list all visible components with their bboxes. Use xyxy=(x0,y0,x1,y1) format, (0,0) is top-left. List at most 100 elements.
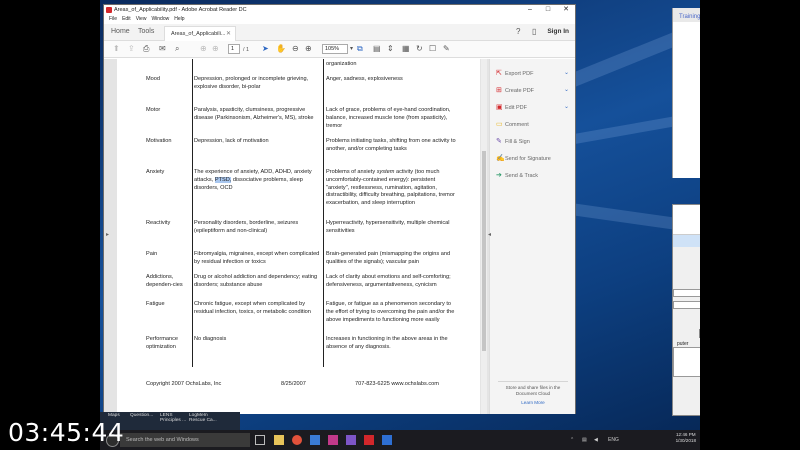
tools-pane-create-pdf[interactable]: ⊞ Create PDF ⌄ xyxy=(496,86,569,96)
acrobat-taskbar-icon[interactable] xyxy=(364,435,374,445)
pinned-item[interactable]: LogMeIn Rescue Ca... xyxy=(189,413,219,423)
close-tab-icon[interactable]: ✕ xyxy=(226,30,231,37)
scroll-mode-icon[interactable]: ⇕ xyxy=(387,44,394,54)
background-dialog-window[interactable]: puter xyxy=(672,204,700,416)
highlight-pen-icon[interactable]: ✎ xyxy=(443,44,450,54)
comment-icon: ▭ xyxy=(496,121,503,128)
hand-tool-icon[interactable]: ✋ xyxy=(276,44,286,54)
upload-icon[interactable]: ⇪ xyxy=(128,44,135,54)
footer-contact: 707-823-6225 www.ochslabs.com xyxy=(355,381,439,387)
menu-bar: File Edit View Window Help xyxy=(104,15,575,24)
tools-pane-fill-sign[interactable]: ✎ Fill & Sign xyxy=(496,137,530,147)
zoom-out-icon[interactable]: ⊖ xyxy=(292,44,299,54)
chevron-down-icon[interactable]: ⌄ xyxy=(564,69,569,76)
app-icon[interactable] xyxy=(346,435,356,445)
menu-file[interactable]: File xyxy=(109,15,117,24)
menu-help[interactable]: Help xyxy=(174,15,184,24)
prev-page-icon[interactable]: ⊕ xyxy=(200,44,207,54)
dialog-field[interactable] xyxy=(673,289,700,297)
right-panel-toggle-icon[interactable]: ◂ xyxy=(488,231,491,238)
volume-icon[interactable]: ◀ xyxy=(594,437,598,443)
selected-text-highlight[interactable]: PTSD, xyxy=(214,176,232,183)
comment-tool-icon[interactable]: ☐ xyxy=(429,44,436,54)
slack-icon[interactable] xyxy=(328,435,338,445)
marquee-zoom-icon[interactable]: ⧉ xyxy=(357,44,363,54)
menu-edit[interactable]: Edit xyxy=(122,15,131,24)
create-pdf-icon: ⊞ xyxy=(496,87,502,94)
dialog-field[interactable] xyxy=(673,301,700,309)
task-view-icon[interactable] xyxy=(255,435,265,445)
row-disorders: The experience of anxiety, ADD, ADHD, an… xyxy=(194,169,312,191)
taskbar-search-box[interactable]: Search the web and Windows xyxy=(120,433,250,447)
vertical-scrollbar[interactable] xyxy=(481,59,487,414)
chevron-down-icon[interactable]: ⌄ xyxy=(564,103,569,110)
next-page-icon[interactable]: ⊕ xyxy=(212,44,219,54)
page-view-icon[interactable]: ▤ xyxy=(373,44,381,54)
window-title: Areas_of_Applicability.pdf - Adobe Acrob… xyxy=(114,7,247,13)
browser-tab-label[interactable]: Training xyxy=(673,8,700,22)
app-icon[interactable] xyxy=(382,435,392,445)
page-total: / 1 xyxy=(243,47,250,53)
tools-pane-send-track[interactable]: ➔ Send & Track xyxy=(496,171,538,181)
menu-view[interactable]: View xyxy=(136,15,147,24)
left-panel-toggle-icon[interactable]: ▸ xyxy=(106,231,109,238)
tools-pane-export-pdf[interactable]: ⇱ Export PDF ⌄ xyxy=(496,69,569,79)
tab-document[interactable]: Areas_of_Applicabili... ✕ xyxy=(164,26,236,41)
zoom-in-icon[interactable]: ⊕ xyxy=(305,44,312,54)
zoom-dropdown-icon[interactable]: ▾ xyxy=(350,44,353,54)
sign-in-button[interactable]: Sign In xyxy=(547,28,569,35)
acrobat-window: Areas_of_Applicability.pdf - Adobe Acrob… xyxy=(103,4,576,414)
system-clock[interactable]: 12:46 PM 1/30/2018 xyxy=(676,432,696,444)
background-browser-window[interactable]: Training xyxy=(672,8,700,178)
read-mode-icon[interactable]: ▦ xyxy=(402,44,410,54)
page-number-input[interactable]: 1 xyxy=(228,44,240,54)
taskbar: Search the web and Windows ⌃ ▤ ◀ ENG 12:… xyxy=(100,430,700,450)
document-area[interactable]: ▸ organization Mood Depression, prolonge… xyxy=(104,59,489,414)
scrollbar-thumb[interactable] xyxy=(482,151,486,351)
minimize-icon[interactable]: – xyxy=(521,5,539,15)
network-icon[interactable]: ▤ xyxy=(582,437,587,443)
tools-pane-send-signature[interactable]: ✍Send for Signature xyxy=(496,154,551,164)
row-category: Motor xyxy=(146,107,161,113)
row-category: Fatigue xyxy=(146,301,165,307)
select-tool-icon[interactable]: ➤ xyxy=(262,44,269,54)
email-icon[interactable]: ✉ xyxy=(159,44,166,54)
print-icon[interactable]: ⎙ xyxy=(143,44,149,54)
search-icon[interactable]: ⌕ xyxy=(175,44,179,54)
save-icon[interactable]: ⬆ xyxy=(113,44,120,54)
chevron-down-icon[interactable]: ⌄ xyxy=(564,86,569,93)
tab-bar: Home Tools Areas_of_Applicabili... ✕ ? ▯… xyxy=(104,24,575,41)
rotate-icon[interactable]: ↻ xyxy=(416,44,423,54)
row-symptoms: Problems of anxiety system activity (too… xyxy=(326,169,455,207)
language-indicator[interactable]: ENG xyxy=(608,437,619,443)
dialog-textbox[interactable] xyxy=(673,347,700,377)
row-category: Addictions, dependen-cies xyxy=(146,274,183,288)
tab-home[interactable]: Home xyxy=(111,28,130,35)
pinned-item[interactable]: LENS Principles ... xyxy=(160,413,190,423)
file-explorer-icon[interactable] xyxy=(274,435,284,445)
tray-chevron-icon[interactable]: ⌃ xyxy=(570,437,574,443)
edit-icon: ▣ xyxy=(496,104,503,111)
tools-pane-comment[interactable]: ▭ Comment xyxy=(496,120,529,130)
row-symptoms: Lack of clarity about emotions and self-… xyxy=(326,274,451,288)
document-cloud-promo: Store and share files in the Document Cl… xyxy=(505,385,561,396)
learn-more-link[interactable]: Learn More xyxy=(490,400,576,405)
dialog-button[interactable] xyxy=(699,329,700,338)
menu-window[interactable]: Window xyxy=(151,15,169,24)
close-icon[interactable]: ✕ xyxy=(557,5,575,15)
pinned-item[interactable]: Question... xyxy=(130,413,160,418)
row-symptoms: Anger, sadness, explosiveness xyxy=(326,76,403,82)
help-icon[interactable]: ? xyxy=(516,27,520,36)
phone-icon[interactable]: ▯ xyxy=(532,27,536,36)
acrobat-app-icon xyxy=(106,7,112,13)
tools-pane-edit-pdf[interactable]: ▣ Edit PDF ⌄ xyxy=(496,103,569,113)
zoom-select[interactable]: 105% xyxy=(322,44,348,54)
tab-tools[interactable]: Tools xyxy=(138,28,154,35)
row-disorders: Depression, lack of motivation xyxy=(194,138,269,144)
row-disorders: Depression, prolonged or incomplete grie… xyxy=(194,76,309,90)
maximize-icon[interactable]: □ xyxy=(539,5,557,15)
chrome-icon[interactable] xyxy=(292,435,302,445)
app-icon[interactable] xyxy=(310,435,320,445)
title-bar: Areas_of_Applicability.pdf - Adobe Acrob… xyxy=(104,5,575,15)
footer-copyright: Copyright 2007 OchsLabs, Inc xyxy=(146,381,222,387)
